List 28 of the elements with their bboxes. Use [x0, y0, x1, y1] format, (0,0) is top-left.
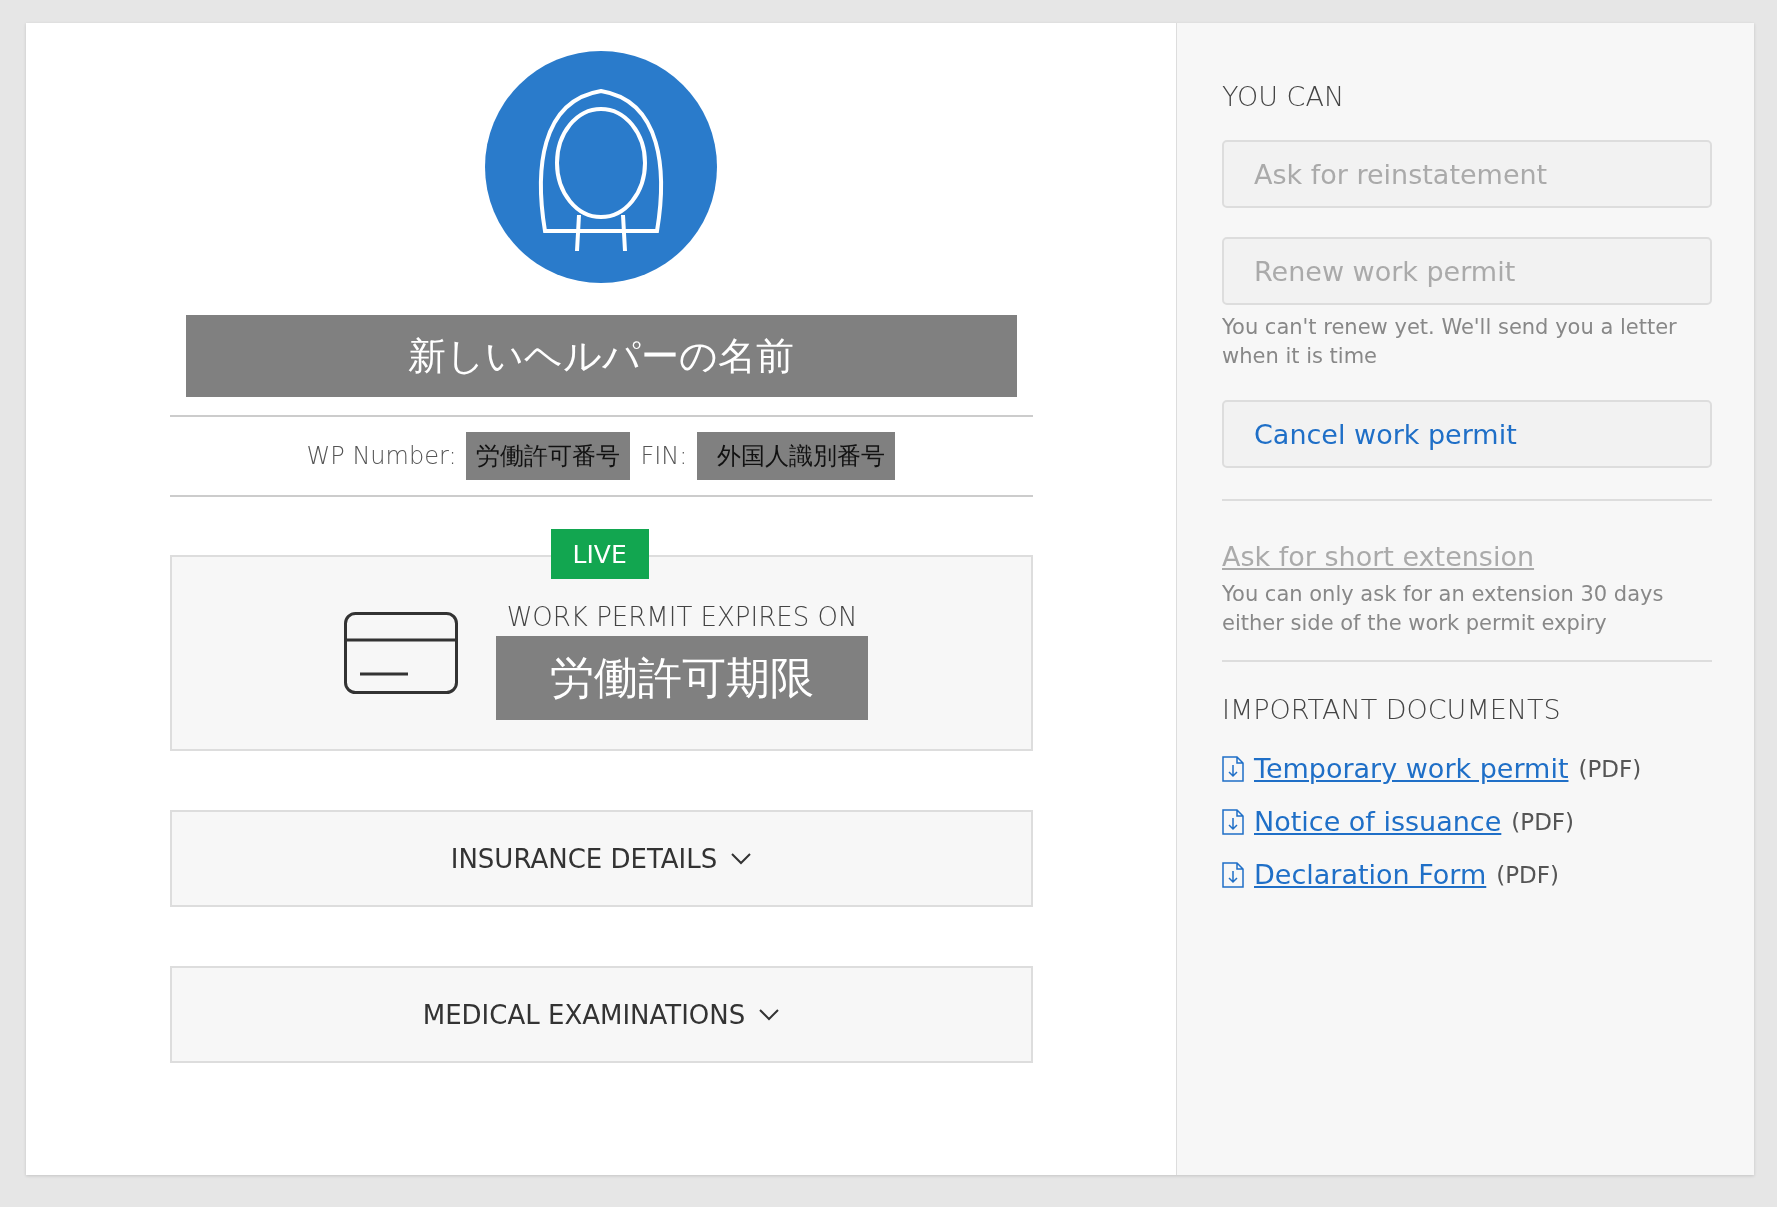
expiry-date: 労働許可期限	[496, 636, 868, 720]
document-link[interactable]: Notice of issuance	[1254, 806, 1502, 837]
fin-label: FIN:	[640, 442, 688, 470]
help-text: You can't renew yet. We'll send you a letter when it is time	[1222, 314, 1678, 370]
wp-number-value: 労働許可番号	[466, 432, 631, 480]
document-link[interactable]: Declaration Form	[1254, 859, 1487, 890]
download-file-icon	[1222, 808, 1244, 835]
download-file-icon	[1222, 755, 1244, 782]
section-heading: IMPORTANT DOCUMENTS	[1222, 694, 1562, 725]
fin-value: 外国人識別番号	[697, 432, 896, 480]
expiry-label: WORK PERMIT EXPIRES ON	[506, 602, 858, 632]
avatar-icon	[485, 51, 717, 283]
card-icon	[344, 612, 458, 694]
accordion-header[interactable]: MEDICAL EXAMINATIONS	[169, 966, 1033, 1063]
help-text: You can only ask for an extension 30 days either side of the work permit expiry	[1222, 581, 1665, 637]
file-format: (PDF)	[1511, 808, 1575, 835]
chevron-down-icon	[731, 852, 752, 865]
status-badge: LIVE	[550, 529, 649, 579]
chevron-down-icon	[759, 1008, 780, 1021]
accordion-header[interactable]: INSURANCE DETAILS	[169, 810, 1033, 907]
download-file-icon	[1222, 861, 1244, 888]
section-heading: YOU CAN	[1222, 81, 1346, 112]
action-button[interactable]: Cancel work permit	[1222, 400, 1712, 468]
wp-number-label: WP Number:	[306, 442, 457, 470]
file-format: (PDF)	[1496, 861, 1560, 888]
file-format: (PDF)	[1578, 755, 1642, 782]
helper-name: 新しいヘルパーの名前	[185, 315, 1017, 397]
document-link[interactable]: Temporary work permit	[1254, 753, 1569, 784]
